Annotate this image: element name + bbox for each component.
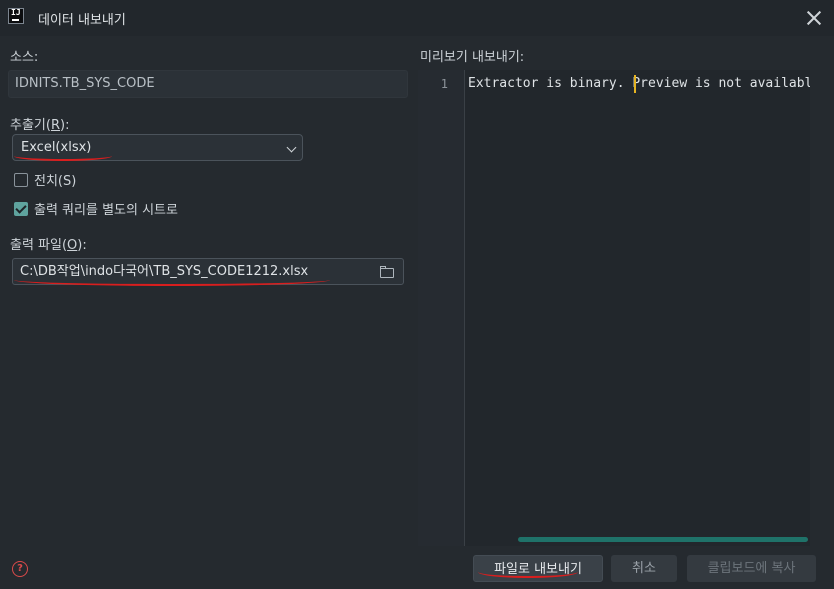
help-icon[interactable]: ? [12,561,28,577]
line-number-gutter: 1 [418,70,465,546]
output-file-label: 출력 파일(O): [10,238,87,253]
source-field: IDNITS.TB_SYS_CODE [8,70,408,98]
transpose-label: 전치(S) [34,174,77,189]
close-icon[interactable] [806,10,822,26]
preview-editor[interactable]: 1 Extractor is binary. Preview is not av… [418,70,810,546]
chevron-down-icon [286,142,297,153]
copy-to-clipboard-button[interactable]: 클립보드에 복사 [687,555,816,582]
line-number: 1 [440,77,448,91]
annotation-underline [14,274,330,286]
text-caret [634,75,636,93]
export-data-dialog: IJ 데이터 내보내기 소스: IDNITS.TB_SYS_CODE 추출기(R… [0,0,834,589]
intellij-app-icon: IJ [8,8,24,24]
transpose-checkbox[interactable] [14,173,28,187]
annotation-underline [14,151,112,161]
extractor-label: 추출기(R): [10,118,70,133]
window-title: 데이터 내보내기 [38,13,126,28]
preview-text-area[interactable]: Extractor is binary. Preview is not avai… [466,70,810,546]
separate-sheet-label: 출력 쿼리를 별도의 시트로 [34,203,178,218]
annotation-underline [478,566,578,578]
separate-sheet-checkbox[interactable] [14,202,28,216]
source-label: 소스: [10,50,39,65]
folder-open-icon[interactable] [380,266,395,278]
preview-text: Extractor is binary. Preview is not avai… [468,76,810,91]
title-bar: IJ 데이터 내보내기 [0,0,834,36]
preview-label: 미리보기 내보내기: [420,50,525,65]
cancel-button[interactable]: 취소 [611,555,677,582]
horizontal-scrollbar[interactable] [518,537,808,542]
